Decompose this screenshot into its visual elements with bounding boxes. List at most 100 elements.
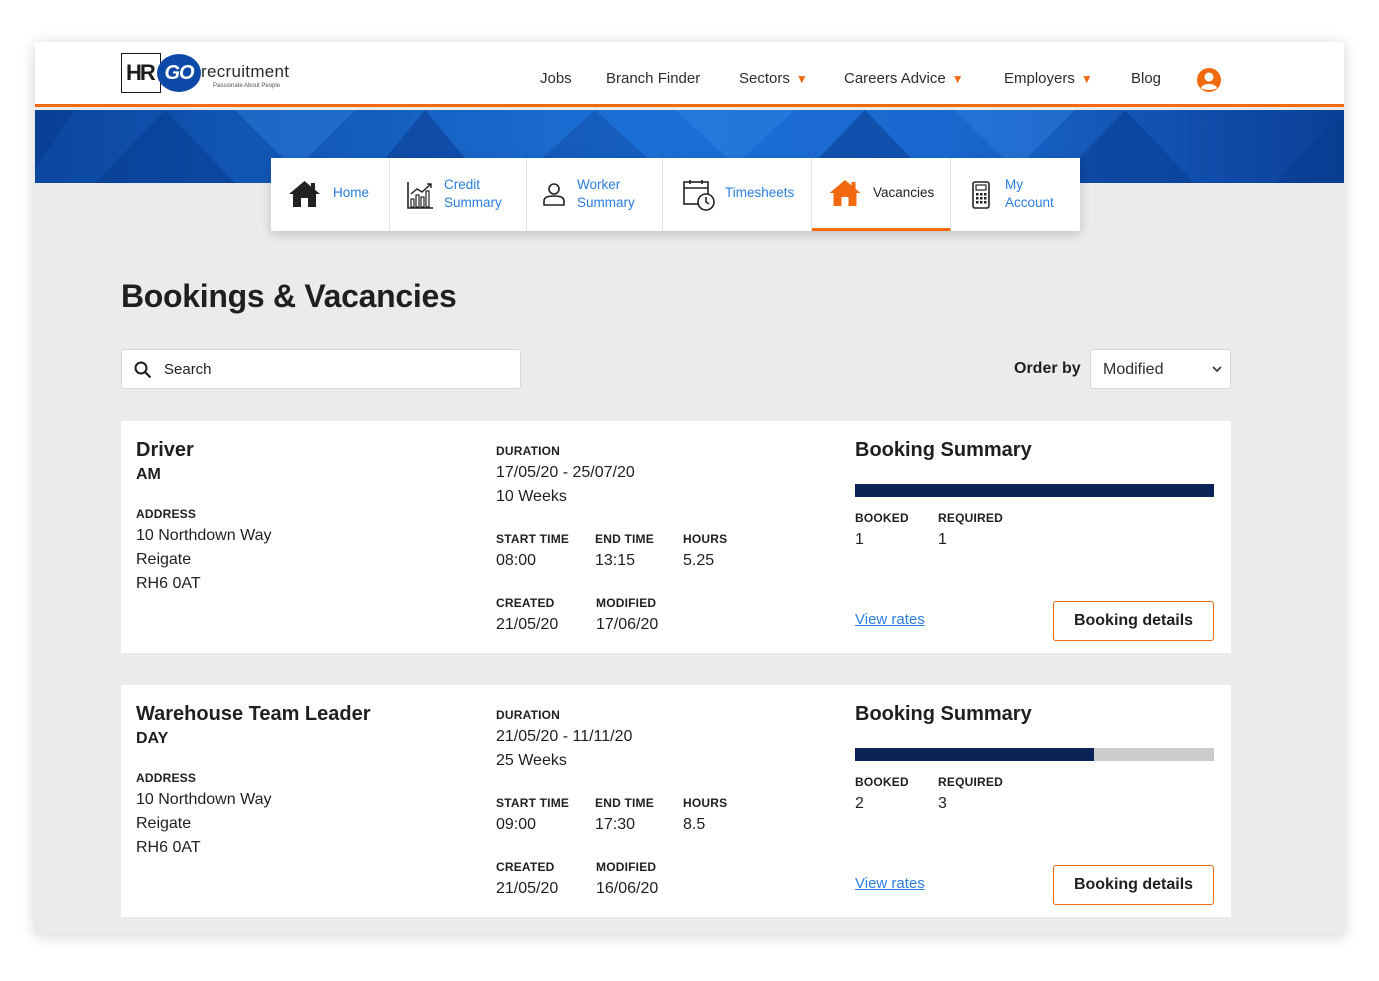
chevron-down-icon	[1212, 366, 1222, 373]
created-label: CREATED	[496, 596, 555, 610]
nav-jobs-label: Jobs	[540, 70, 572, 87]
tab-worker-summary-line1: Worker	[577, 177, 621, 192]
app-window: HR GO recruitment Passionate About Peopl…	[35, 42, 1344, 934]
tab-timesheets-label: Timesheets	[725, 185, 795, 200]
start-time-label: START TIME	[496, 532, 570, 546]
order-by-value: Modified	[1103, 361, 1164, 378]
nav-sectors-label: Sectors	[739, 70, 790, 87]
booking-details-button[interactable]: Booking details	[1053, 601, 1214, 641]
nav-blog-label: Blog	[1131, 70, 1162, 87]
modified-value: 16/06/20	[596, 880, 659, 897]
calendar-clock-icon	[683, 180, 715, 211]
address-label: ADDRESS	[136, 771, 197, 785]
tab-vacancies[interactable]: Vacancies	[812, 158, 951, 231]
nav-branch-finder[interactable]: Branch Finder	[606, 70, 700, 92]
booking-title: Driver	[136, 439, 194, 461]
duration-dates: 21/05/20 - 11/11/20	[496, 728, 633, 745]
calculator-icon	[972, 181, 990, 209]
tab-home-label: Home	[333, 185, 370, 200]
booking-title: Warehouse Team Leader	[136, 703, 371, 725]
end-time-label: END TIME	[595, 796, 654, 810]
tab-my-account-line2: Account	[1005, 195, 1054, 210]
tab-home[interactable]: Home	[271, 158, 390, 231]
created-value: 21/05/20	[496, 880, 559, 897]
end-time-value: 13:15	[595, 552, 636, 569]
tab-worker-summary[interactable]: Worker Summary	[527, 158, 663, 231]
view-rates-link[interactable]: View rates	[855, 875, 925, 892]
nav-careers-advice[interactable]: Careers Advice ▼	[844, 70, 964, 92]
booking-summary-title: Booking Summary	[855, 703, 1032, 725]
hours-value: 5.25	[683, 552, 715, 569]
created-value: 21/05/20	[496, 616, 559, 633]
booking-details-button[interactable]: Booking details	[1053, 865, 1214, 905]
order-by-select[interactable]: Modified	[1090, 349, 1231, 389]
caret-down-icon: ▼	[795, 72, 808, 86]
end-time-label: END TIME	[595, 532, 654, 546]
user-circle-icon[interactable]	[1196, 67, 1222, 93]
required-value: 1	[938, 531, 947, 548]
created-label: CREATED	[496, 860, 555, 874]
search-box[interactable]	[121, 349, 521, 389]
hours-value: 8.5	[683, 816, 706, 833]
tab-worker-summary-line2: Summary	[577, 195, 635, 210]
booked-label: BOOKED	[855, 511, 909, 525]
booked-label: BOOKED	[855, 775, 909, 789]
logo-go: GO	[157, 54, 201, 92]
logo-wordmark: recruitment	[201, 62, 290, 81]
search-input[interactable]	[164, 358, 504, 380]
hrgo-logo[interactable]: HR GO recruitment Passionate About Peopl…	[121, 53, 291, 93]
duration-label: DURATION	[496, 444, 561, 458]
start-time-value: 08:00	[496, 552, 537, 569]
view-rates-link[interactable]: View rates	[855, 611, 925, 628]
booked-value: 2	[855, 795, 864, 812]
nav-employers-label: Employers	[1004, 70, 1075, 87]
booked-value: 1	[855, 531, 864, 548]
logo-tagline: Passionate About People	[213, 83, 281, 89]
required-label: REQUIRED	[938, 511, 1003, 525]
duration-weeks: 25 Weeks	[496, 752, 567, 769]
booking-summary-title: Booking Summary	[855, 439, 1032, 461]
booking-card: Warehouse Team Leader DAY ADDRESS 10 Nor…	[121, 685, 1231, 917]
required-label: REQUIRED	[938, 775, 1003, 789]
duration-dates: 17/05/20 - 25/07/20	[496, 464, 635, 481]
start-time-label: START TIME	[496, 796, 570, 810]
hours-label: HOURS	[683, 796, 728, 810]
booking-progress-fill	[855, 484, 1214, 497]
hours-label: HOURS	[683, 532, 728, 546]
tab-timesheets[interactable]: Timesheets	[663, 158, 812, 231]
nav-jobs[interactable]: Jobs	[540, 70, 572, 92]
modified-label: MODIFIED	[596, 860, 657, 874]
booking-shift: DAY	[136, 730, 169, 747]
nav-careers-advice-label: Careers Advice	[844, 70, 946, 87]
start-time-value: 09:00	[496, 816, 537, 833]
booking-progress-bar	[855, 748, 1214, 761]
tab-credit-summary[interactable]: Credit Summary	[390, 158, 527, 231]
tab-my-account[interactable]: My Account	[951, 158, 1080, 231]
booking-card: Driver AM ADDRESS 10 Northdown Way Reiga…	[121, 421, 1231, 653]
page-title: Bookings & Vacancies	[121, 278, 457, 314]
booking-progress-fill	[855, 748, 1095, 761]
address-line-1: 10 Northdown Way	[136, 791, 272, 808]
duration-label: DURATION	[496, 708, 561, 722]
required-value: 3	[938, 795, 947, 812]
booking-shift: AM	[136, 466, 161, 483]
search-icon	[134, 361, 152, 379]
address-line-2: Reigate	[136, 815, 192, 832]
person-icon	[543, 183, 565, 206]
nav-sectors[interactable]: Sectors ▼	[739, 70, 808, 92]
duration-weeks: 10 Weeks	[496, 488, 567, 505]
address-line-1: 10 Northdown Way	[136, 527, 272, 544]
order-by-label: Order by	[1014, 360, 1081, 377]
logo-hr: HR	[121, 53, 161, 93]
section-tabs: Home Credit Summary Worker Summary Times…	[271, 158, 1080, 231]
address-line-3: RH6 0AT	[136, 839, 201, 856]
booking-progress-bar	[855, 484, 1214, 497]
caret-down-icon: ▼	[1080, 72, 1093, 86]
nav-employers[interactable]: Employers ▼	[1004, 70, 1093, 92]
tab-credit-summary-line1: Credit	[444, 177, 481, 192]
site-header: HR GO recruitment Passionate About Peopl…	[35, 42, 1344, 107]
address-line-3: RH6 0AT	[136, 575, 201, 592]
caret-down-icon: ▼	[951, 72, 964, 86]
nav-blog[interactable]: Blog	[1131, 70, 1161, 92]
tab-my-account-line1: My	[1005, 177, 1023, 192]
